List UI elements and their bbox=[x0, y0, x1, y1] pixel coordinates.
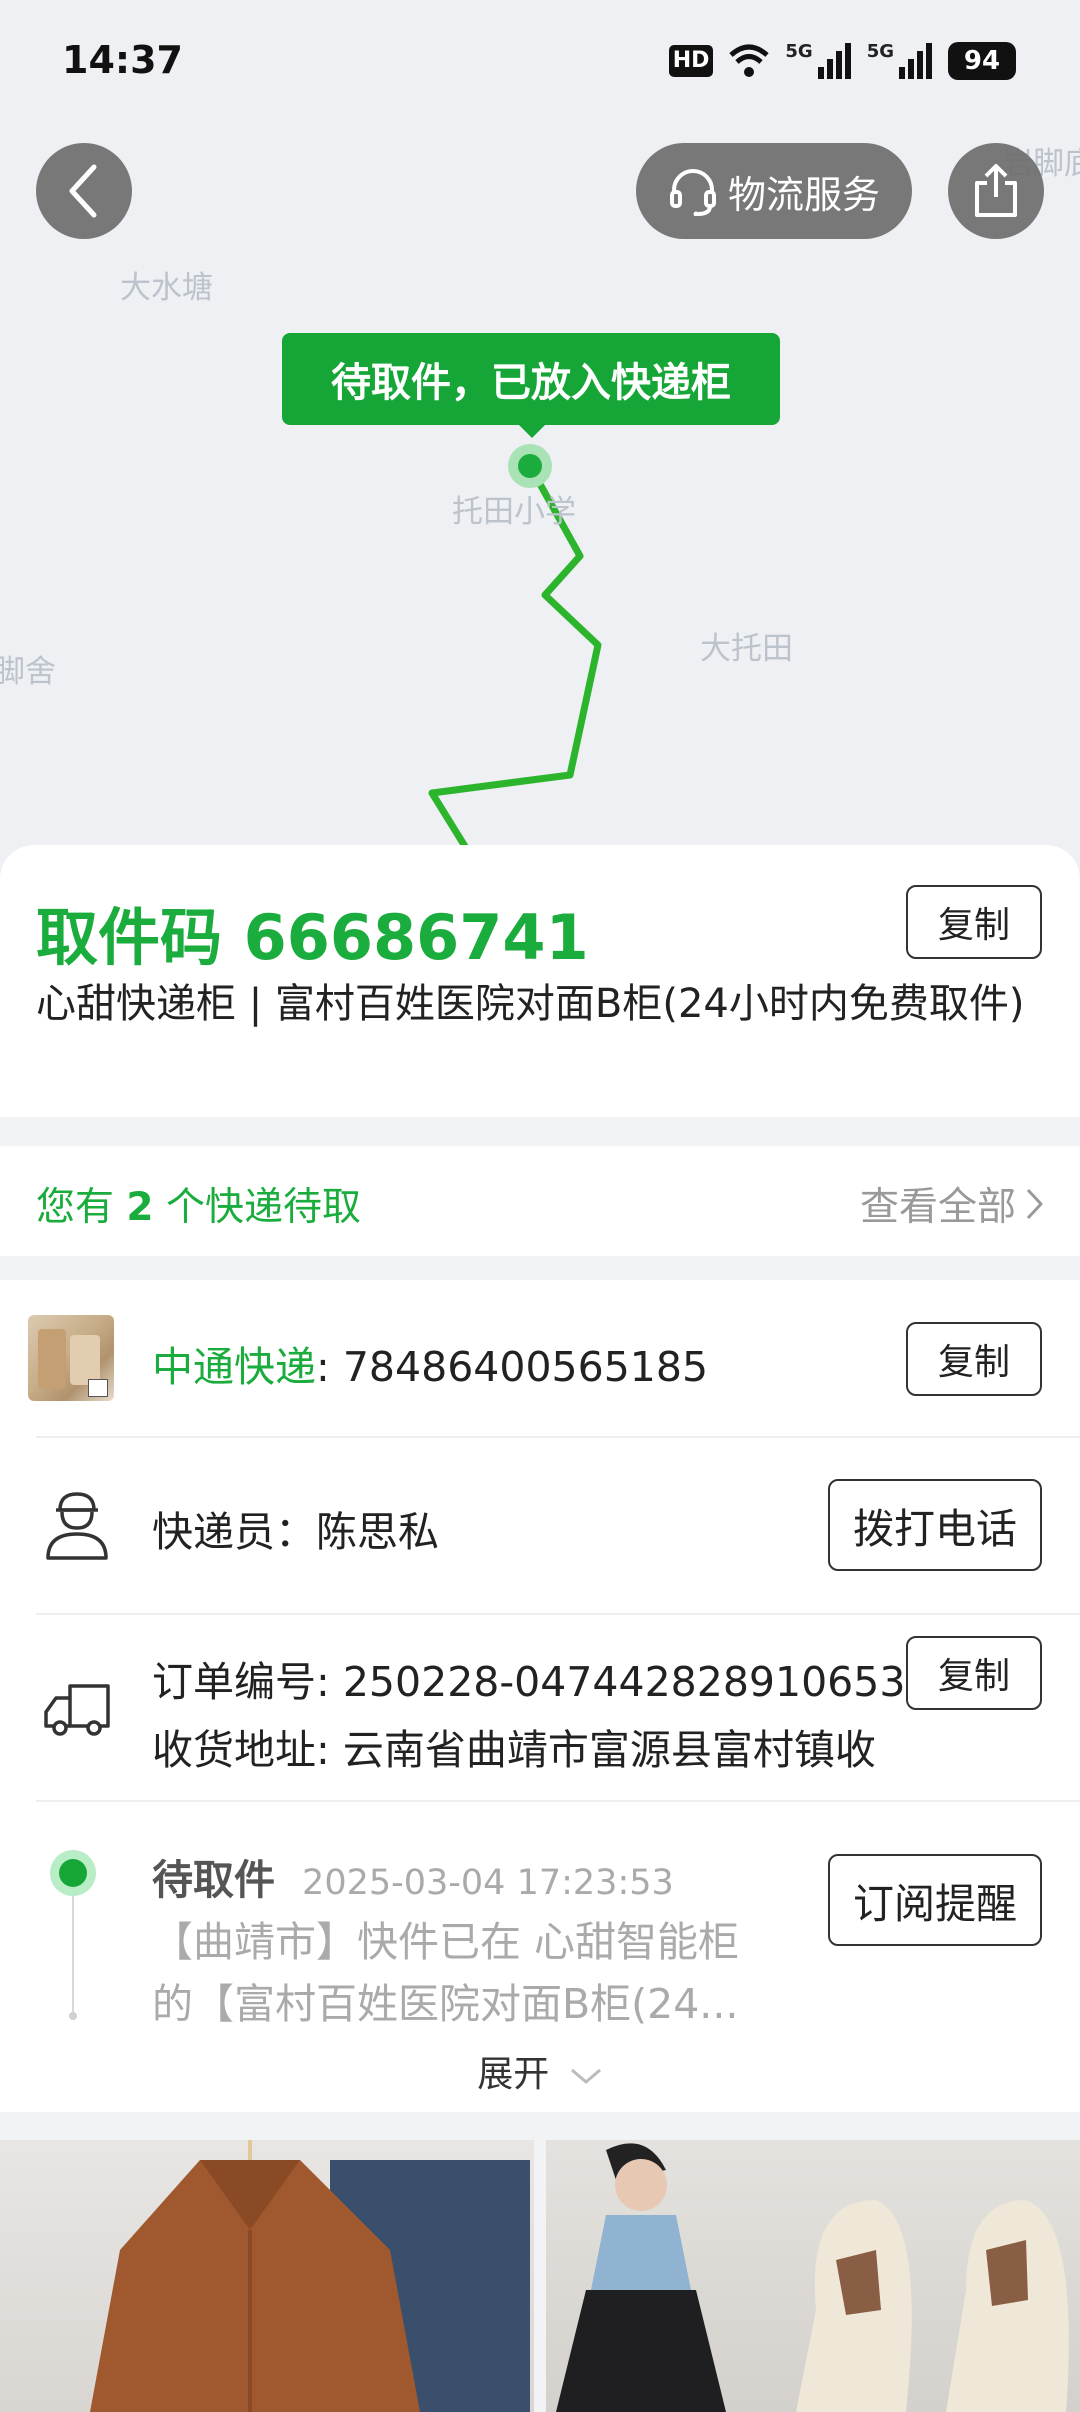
route-line bbox=[428, 444, 602, 850]
recommendation-feed bbox=[0, 2140, 1080, 2412]
parcel-detail-card: 中通快递: 78486400565185 复制 快递员：陈思私 拨打电话 订单编… bbox=[0, 1280, 1080, 2112]
route-map[interactable]: 大水塘 托田小学 大托田 脚舍 岩脚底 待取件，已放入快递柜 bbox=[0, 0, 1080, 900]
map-label-jiaoshe: 脚舍 bbox=[0, 654, 56, 690]
pickup-code-card: 取件码 66686741 复制 心甜快递柜 | 富村百姓医院对面B柜(24小时内… bbox=[0, 845, 1080, 1117]
divider bbox=[36, 1613, 1080, 1615]
courier-name: 快递员：陈思私 bbox=[152, 1508, 439, 1556]
share-icon bbox=[975, 164, 1017, 217]
chevron-left-icon bbox=[69, 164, 97, 218]
map-label-dashuitang: 大水塘 bbox=[120, 270, 213, 306]
delivery-address: 收货地址: 云南省曲靖市富源县富村镇收 bbox=[152, 1726, 876, 1774]
feed-item-outfit-shoes[interactable] bbox=[546, 2140, 1080, 2412]
status-icons: HD 5G 5G 94 bbox=[668, 40, 1016, 82]
chevron-right-icon bbox=[1026, 1188, 1043, 1220]
pickup-location: 心甜快递柜 | 富村百姓医院对面B柜(24小时内免费取件) bbox=[36, 981, 1025, 1027]
back-button[interactable] bbox=[36, 143, 132, 239]
timeline-text-line1: 【曲靖市】快件已在 心甜智能柜 bbox=[152, 1918, 740, 1966]
share-button[interactable] bbox=[948, 143, 1044, 239]
tracking-info: 中通快递: 78486400565185 bbox=[152, 1333, 708, 1393]
subscribe-reminder-button[interactable]: 订阅提醒 bbox=[828, 1854, 1042, 1946]
timeline-status-dot bbox=[50, 1850, 96, 1896]
product-image-outfit bbox=[556, 2143, 1069, 2412]
expand-button[interactable]: 展开 bbox=[0, 2045, 1080, 2097]
timeline-time: 2025-03-04 17:23:53 bbox=[302, 1863, 674, 1903]
map-label-datuotian: 大托田 bbox=[700, 631, 793, 667]
carrier-name: 中通快递 bbox=[152, 1343, 316, 1391]
product-image-shirt bbox=[90, 2140, 530, 2412]
signal-5g-icon-1: 5G bbox=[785, 43, 852, 79]
divider bbox=[36, 1436, 1080, 1438]
signal-5g-icon-2: 5G bbox=[867, 43, 934, 79]
hd-voice-icon: HD bbox=[668, 45, 714, 77]
timeline-status: 待取件 bbox=[152, 1856, 275, 1904]
headset-icon bbox=[669, 169, 716, 216]
bubble-pointer bbox=[518, 424, 546, 438]
copy-pickup-code-button[interactable]: 复制 bbox=[906, 885, 1042, 959]
view-all-link[interactable]: 查看全部 bbox=[860, 1176, 1044, 1232]
pending-parcels-text: 您有 2 个快递待取 bbox=[36, 1185, 361, 1230]
status-time: 14:37 bbox=[62, 38, 183, 82]
logistics-service-label: 物流服务 bbox=[727, 172, 880, 217]
order-number: 订单编号: 250228-047442828910653 bbox=[152, 1658, 906, 1706]
delivery-truck-icon bbox=[44, 1684, 110, 1736]
divider bbox=[36, 1800, 1080, 1802]
feed-item-brown-shirt[interactable] bbox=[0, 2140, 534, 2412]
timeline-header: 待取件 2025-03-04 17:23:53 bbox=[152, 1846, 674, 1906]
logistics-service-button[interactable]: 物流服务 bbox=[636, 143, 912, 239]
map-label-tuotian-school: 托田小学 bbox=[452, 494, 576, 530]
copy-tracking-button[interactable]: 复制 bbox=[906, 1322, 1042, 1396]
timeline-end-dot bbox=[69, 2012, 77, 2020]
pickup-code: 取件码 66686741 bbox=[36, 901, 589, 974]
chevron-down-icon bbox=[570, 2068, 601, 2084]
call-courier-button[interactable]: 拨打电话 bbox=[828, 1479, 1042, 1571]
route-status-bubble: 待取件，已放入快递柜 bbox=[282, 333, 780, 425]
product-thumbnail[interactable] bbox=[28, 1315, 114, 1401]
battery-icon: 94 bbox=[948, 42, 1016, 80]
wifi-icon bbox=[729, 44, 770, 77]
pending-count: 2 bbox=[126, 1185, 154, 1230]
pending-parcels-row[interactable]: 您有 2 个快递待取 查看全部 bbox=[0, 1146, 1080, 1256]
courier-person-icon bbox=[46, 1492, 108, 1560]
status-bar: 14:37 HD 5G 5G 94 bbox=[0, 0, 1080, 125]
tracking-number: : 78486400565185 bbox=[316, 1343, 709, 1391]
timeline-text-line2: 的【富村百姓医院对面B柜(24... bbox=[152, 1980, 739, 2028]
copy-order-button[interactable]: 复制 bbox=[906, 1636, 1042, 1710]
timeline-line bbox=[72, 1896, 74, 2014]
